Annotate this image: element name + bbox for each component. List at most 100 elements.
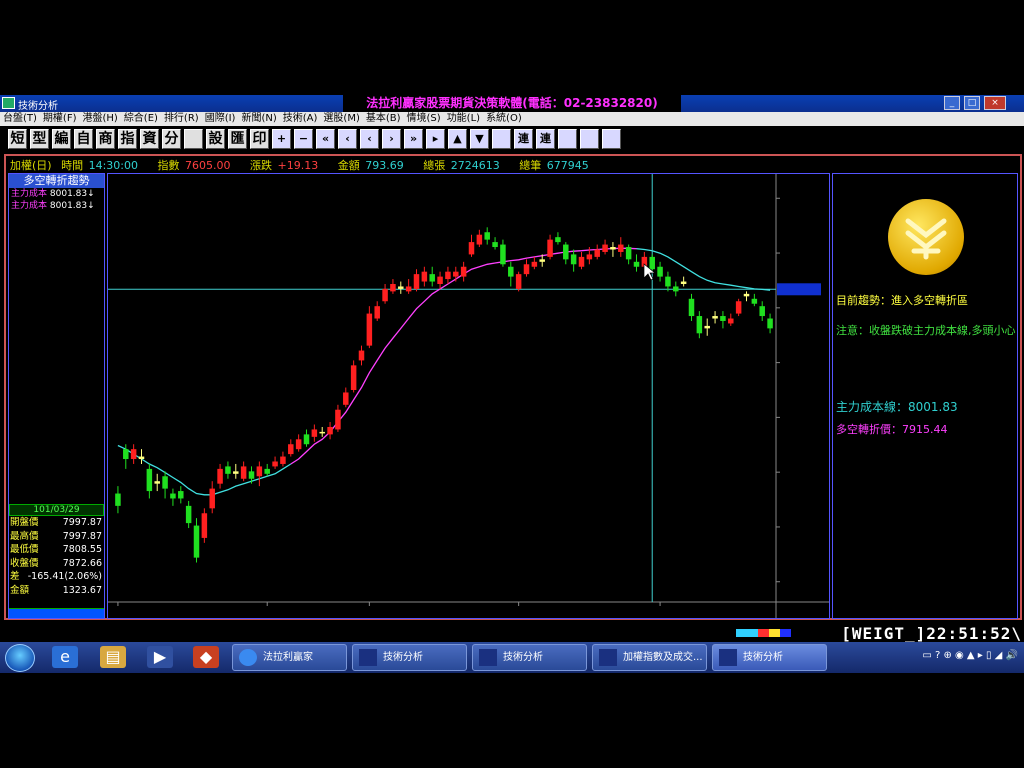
toolbar-button[interactable]: » — [404, 129, 423, 149]
candle-body — [476, 234, 483, 245]
trades-value: 677945 — [546, 159, 589, 172]
candlestick-chart[interactable] — [107, 173, 830, 619]
toolbar-button[interactable] — [602, 129, 621, 149]
menu-item[interactable]: 期權(F) — [40, 112, 80, 126]
toolbar-button[interactable]: − — [294, 129, 313, 149]
ohlc-value: 7997.87 — [62, 530, 102, 542]
candle-body — [728, 318, 734, 324]
scroll-bar[interactable] — [9, 608, 104, 618]
candle-body — [437, 276, 443, 284]
menu-item[interactable]: 技術(A) — [280, 112, 321, 126]
candle-body — [625, 247, 632, 260]
toolbar-button[interactable]: 連 — [536, 129, 555, 149]
toolbar-button[interactable]: 自 — [74, 129, 93, 149]
toolbar-button[interactable] — [492, 129, 511, 149]
task-ferrari[interactable]: 法拉利贏家 — [232, 644, 347, 671]
menu-item[interactable]: 系統(O) — [483, 112, 525, 126]
start-button[interactable] — [5, 644, 35, 672]
candle-body — [468, 242, 475, 255]
ohlc-row: 收盤價 7872.66 — [9, 557, 104, 571]
menu-item[interactable]: 情境(S) — [404, 112, 444, 126]
task-tech-2[interactable]: 技術分析 — [472, 644, 587, 671]
media-player-icon[interactable]: ▶ — [147, 646, 173, 668]
app-launcher-icon[interactable]: ◆ — [193, 646, 219, 668]
toolbar-button[interactable]: ▲ — [448, 129, 467, 149]
ohlc-row: 金額 1323.67 — [9, 584, 104, 598]
toolbar-button[interactable]: 指 — [118, 129, 137, 149]
toolbar-button[interactable]: « — [316, 129, 335, 149]
change-value: +19.13 — [277, 159, 319, 172]
ohlc-value: 7997.87 — [62, 517, 102, 528]
toolbar-button[interactable]: 印 — [250, 129, 269, 149]
ie-icon[interactable]: e — [52, 646, 78, 668]
toolbar-button[interactable]: ‹ — [338, 129, 357, 149]
candle-body — [350, 365, 357, 390]
toolbar-button[interactable]: › — [382, 129, 401, 149]
ferrari-app-icon — [239, 649, 257, 666]
candle-body — [256, 466, 263, 477]
toolbar-button[interactable]: 商 — [96, 129, 115, 149]
ohlc-value: 1323.67 — [62, 584, 102, 596]
toolbar-button[interactable]: 匯 — [228, 129, 247, 149]
candle-body — [115, 493, 121, 506]
candle-body — [123, 449, 129, 460]
chart-app-icon — [359, 649, 377, 666]
indicator-title[interactable]: 多空轉折趨勢 — [9, 174, 104, 188]
candle-body — [233, 471, 239, 474]
right-signal-panel: 目前趨勢：進入多空轉折區 注意：收盤跌破主力成本線,多頭小心 主力成本線：800… — [832, 173, 1018, 619]
candle-body — [751, 298, 758, 304]
menu-item[interactable]: 港盤(H) — [79, 112, 120, 126]
candle-body — [240, 466, 247, 479]
candle-body — [673, 286, 679, 292]
candle-body — [146, 468, 153, 492]
task-tech-3[interactable]: 技術分析 — [712, 644, 827, 671]
task-tech-1[interactable]: 技術分析 — [352, 644, 467, 671]
toolbar-button[interactable]: + — [272, 129, 291, 149]
ticker-time: ]22:51:52 — [915, 624, 1012, 643]
toolbar-button[interactable]: 編 — [52, 129, 71, 149]
maximize-button[interactable]: □ — [964, 96, 980, 110]
menu-item[interactable]: 選股(M) — [320, 112, 362, 126]
toolbar-button[interactable]: 資 — [140, 129, 159, 149]
candle-body — [295, 439, 302, 450]
logo-mark-icon — [905, 218, 947, 260]
toolbar-button[interactable] — [580, 129, 599, 149]
toolbar-button[interactable]: 分 — [162, 129, 181, 149]
candle-body — [170, 493, 176, 499]
candle-body — [280, 456, 286, 464]
toolbar-button[interactable]: ▼ — [470, 129, 489, 149]
toolbar-button[interactable]: ‹ — [360, 129, 379, 149]
index-name: 加權(日) — [10, 159, 52, 172]
folder-icon[interactable]: ▤ — [100, 646, 126, 668]
candle-body — [657, 266, 663, 277]
menu-item[interactable]: 台盤(T) — [0, 112, 40, 126]
toolbar-button[interactable]: ▸ — [426, 129, 445, 149]
candle-body — [413, 274, 420, 289]
candle-body — [319, 431, 325, 434]
candle-body — [570, 254, 577, 265]
menu-item[interactable]: 基本(B) — [363, 112, 404, 126]
cost-label: 主力成本 — [11, 189, 48, 199]
candle-body — [374, 306, 380, 319]
menu-item[interactable]: 新聞(N) — [238, 112, 279, 126]
candle-body — [398, 286, 404, 289]
close-button[interactable]: × — [984, 96, 1006, 110]
menu-item[interactable]: 綜合(E) — [121, 112, 161, 126]
minimize-button[interactable]: _ — [944, 96, 960, 110]
toolbar-button[interactable]: 型 — [30, 129, 49, 149]
toolbar-button[interactable]: 設 — [206, 129, 225, 149]
toolbar-button[interactable] — [558, 129, 577, 149]
toolbar-button[interactable]: 連 — [514, 129, 533, 149]
toolbar-button[interactable]: 短 — [8, 129, 27, 149]
amount-value: 793.69 — [365, 159, 404, 172]
candle-body — [578, 256, 585, 267]
menu-item[interactable]: 國際(I) — [202, 112, 239, 126]
toolbar-button[interactable] — [184, 129, 203, 149]
menu-item[interactable]: 排行(R) — [161, 112, 202, 126]
chart-app-icon — [719, 649, 737, 666]
chart-app-icon — [599, 649, 617, 666]
task-index-volume[interactable]: 加權指數及成交... — [592, 644, 707, 671]
menu-item[interactable]: 功能(L) — [444, 112, 483, 126]
candle-body — [311, 429, 318, 437]
system-tray[interactable]: ▭ ? ⊕ ◉ ▲ ▸ ▯ ◢ 🔊 — [922, 650, 1018, 661]
